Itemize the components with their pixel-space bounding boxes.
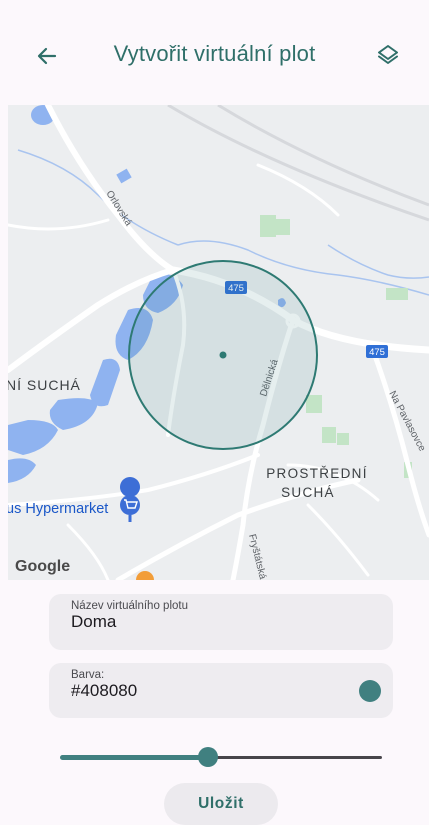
area-label-prostredni: PROSTŘEDNÍ — [266, 466, 368, 481]
fence-color-input[interactable]: #408080 — [71, 681, 137, 701]
layers-icon — [378, 45, 398, 64]
page-title: Vytvořit virtuální plot — [113, 41, 316, 66]
google-logo: Google — [15, 558, 70, 575]
color-swatch[interactable] — [359, 680, 381, 702]
radius-slider[interactable] — [60, 745, 382, 769]
fence-name-label: Název virtuálního plotu — [71, 600, 188, 612]
slider-active-track — [60, 755, 208, 760]
road-shield-475-b: 475 — [366, 345, 388, 358]
virtual-fence-circle[interactable] — [128, 260, 318, 450]
layers-button[interactable] — [374, 41, 402, 69]
fence-name-input[interactable]: Doma — [71, 612, 116, 632]
area-label-ni-sucha: NÍ SUCHÁ — [8, 377, 81, 393]
street-label-frystatska: Fryštátská — [246, 533, 268, 580]
slider-inactive-track — [208, 756, 382, 759]
fence-color-field[interactable]: Barva: #408080 — [49, 663, 393, 718]
svg-text:475: 475 — [369, 347, 385, 358]
street-label-na-pavlasovce: Na Pavlasovce — [386, 389, 427, 453]
street-label-orlovska: Orlovská — [103, 189, 133, 229]
fence-name-field[interactable]: Název virtuálního plotu Doma — [49, 594, 393, 650]
fence-color-label: Barva: — [71, 669, 105, 681]
slider-thumb[interactable] — [198, 747, 218, 767]
poi-label-hypermarket: us Hypermarket — [8, 501, 108, 517]
save-button[interactable]: Uložit — [164, 783, 278, 825]
map-view[interactable]: 475 475 Orlovská Dělnická Na Pavlasovce … — [8, 105, 429, 580]
area-label-sucha: SUCHÁ — [281, 485, 335, 500]
poi-marker-icon[interactable] — [136, 571, 154, 580]
shopping-cart-icon[interactable] — [120, 476, 141, 522]
rail-lines — [167, 105, 429, 222]
app-bar: Vytvořit virtuální plot — [0, 0, 429, 105]
fence-center-marker — [219, 351, 227, 359]
map-canvas[interactable]: 475 475 Orlovská Dělnická Na Pavlasovce … — [8, 105, 429, 580]
